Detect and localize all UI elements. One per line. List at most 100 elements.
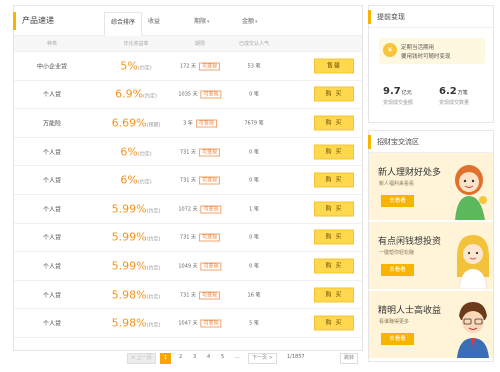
term: 1047 天可变现 [178, 319, 222, 328]
panel-title: 产品速递 [22, 16, 54, 25]
term: 1072 天可变现 [178, 205, 222, 214]
product-type: 个人贷 [42, 292, 62, 300]
sold-count: 0 笔 [249, 149, 259, 156]
coin-icon: ¥ [383, 43, 397, 57]
promo-view-button[interactable]: 去看看 [381, 333, 414, 345]
buy-button[interactable]: 购 买 [314, 229, 354, 245]
page-5-button[interactable]: 5 [218, 353, 227, 364]
card-header: 招财宝交流区 [368, 131, 493, 153]
hint-line-1: 定期当活期用 [401, 45, 435, 51]
stat-count: 6.2万笔 变现成交数量 [439, 86, 470, 106]
table-row: 中小企业贷 5%(约定) 172 天可变现 53 笔 售罄 [14, 52, 362, 81]
product-type: 个人贷 [42, 149, 62, 157]
sold-count: 16 笔 [247, 292, 261, 299]
product-type: 个人贷 [42, 320, 62, 328]
buy-button[interactable]: 购 买 [314, 258, 354, 274]
buy-button[interactable]: 购 买 [314, 287, 354, 303]
next-page-button[interactable]: 下一页 > [248, 353, 277, 364]
tab-sort-amount[interactable]: 金额▾ [242, 16, 258, 25]
product-type: 个人贷 [42, 263, 62, 271]
buy-button[interactable]: 购 买 [314, 315, 354, 331]
annual-rate: 6%(约定) [120, 173, 152, 187]
product-type: 个人贷 [42, 206, 62, 214]
table-row: 个人贷 6.9%(约定) 1035 天可变现 0 笔 购 买 [14, 81, 362, 110]
promo-view-button[interactable]: 去看看 [381, 195, 414, 207]
table-row: 个人贷 5.99%(约定) 1072 天可变现 1 笔 购 买 [14, 195, 362, 224]
sold-count: 0 笔 [249, 234, 259, 241]
sort-bar: 产品速递 综合排序 收益 期限▾ 金额▾ [13, 6, 362, 37]
promo-view-button[interactable]: 去看看 [381, 264, 414, 276]
sold-count: 53 笔 [247, 63, 261, 70]
term: 731 天可变现 [180, 148, 221, 157]
term: 731 天可变现 [180, 291, 221, 300]
sold-count: 1 笔 [249, 206, 259, 213]
table-row: 个人贷 5.98%(约定) 731 天可变现 16 笔 购 买 [14, 281, 362, 310]
girl-avatar-icon [457, 235, 489, 289]
early-withdraw-card: 提前变现 ¥ 定期当活期用 要用钱时可随时变现 9.7亿元 变现成交金额 6.2… [368, 5, 494, 123]
column-header-rate: 年化收益率 [123, 41, 149, 47]
product-type: 个人贷 [42, 177, 62, 185]
page-4-button[interactable]: 4 [204, 353, 213, 364]
transferable-badge: 可变现 [200, 205, 222, 214]
page-1-button[interactable]: 1 [160, 353, 172, 364]
transferable-badge: 可变现 [199, 176, 221, 185]
prev-page-button[interactable]: < 上一页 [127, 353, 156, 364]
stat-amount: 9.7亿元 变现成交金额 [383, 86, 414, 106]
sold-count: 5 笔 [249, 320, 259, 327]
table-row: 个人贷 6%(约定) 731 天可变现 0 笔 购 买 [14, 166, 362, 195]
annual-rate: 5.98%(约定) [111, 288, 161, 302]
jump-page-button[interactable]: 跳转 [340, 353, 359, 364]
column-header-sold: 已成交认人气 [238, 41, 270, 47]
term: 1049 天可变现 [178, 262, 222, 271]
tab-sort-term[interactable]: 期限▾ [194, 16, 210, 25]
buy-button[interactable]: 售罄 [314, 58, 354, 74]
table-row: 万能险 6.69%(预期) 3 年可变现 7679 笔 购 买 [14, 109, 362, 138]
term: 3 年可变现 [183, 119, 217, 128]
sold-count: 0 笔 [249, 177, 259, 184]
buy-button[interactable]: 购 买 [314, 172, 354, 188]
card-title: 招财宝交流区 [377, 138, 419, 146]
exchange-area-card: 招财宝交流区 新人理财好处多 新人福利来看看 去看看 有点闲钱想投资 一键帮你轻… [368, 130, 494, 362]
buy-button[interactable]: 购 买 [314, 201, 354, 217]
hint-line-2: 要用钱时可随时变现 [401, 54, 451, 60]
page-3-button[interactable]: 3 [190, 353, 199, 364]
title-accent-bar [368, 10, 371, 24]
transferable-badge: 可变现 [199, 62, 221, 71]
buy-button[interactable]: 购 买 [314, 115, 354, 131]
page-ellipsis: ... [235, 354, 240, 360]
table-row: 个人贷 5.99%(约定) 731 天可变现 0 笔 购 买 [14, 224, 362, 253]
transferable-badge: 可变现 [199, 233, 221, 242]
annual-rate: 5.99%(约定) [111, 202, 161, 216]
annual-rate: 5%(约定) [120, 59, 152, 73]
page-total: 1/1857 [287, 354, 305, 360]
tab-sort-yield[interactable]: 收益 [148, 16, 160, 25]
promo-banner-pro[interactable]: 精明人士高收益 看谁赚得更多 去看看 [369, 291, 493, 359]
man-avatar-icon [457, 302, 489, 358]
page-2-button[interactable]: 2 [176, 353, 185, 364]
annual-rate: 6.9%(约定) [115, 87, 157, 101]
annual-rate: 5.98%(约定) [111, 316, 161, 330]
sold-count: 7679 笔 [244, 120, 264, 127]
card-header: 提前变现 [368, 6, 493, 28]
chevron-down-icon: ▾ [207, 19, 210, 25]
term: 172 天可变现 [180, 62, 221, 71]
product-type: 中小企业贷 [36, 63, 68, 71]
transferable-badge: 可变现 [199, 291, 221, 300]
transferable-badge: 可变现 [200, 262, 222, 271]
annual-rate: 6.69%(预期) [111, 116, 161, 130]
transferable-badge: 可变现 [195, 119, 217, 128]
column-header-type: 种类 [46, 41, 58, 47]
product-type: 个人贷 [42, 234, 62, 242]
woman-avatar-icon [455, 165, 487, 220]
promo-banner-invest[interactable]: 有点闲钱想投资 一键帮你轻松赚 去看看 [369, 222, 493, 290]
buy-button[interactable]: 购 买 [314, 144, 354, 160]
product-rows: 中小企业贷 5%(约定) 172 天可变现 53 笔 售罄 个人贷 6.9%(约定) 1035… [14, 52, 362, 338]
sold-count: 0 笔 [249, 263, 259, 270]
product-list-panel: 产品速递 综合排序 收益 期限▾ 金额▾ 种类 年化收益率 期限 已成交认人气 … [13, 5, 363, 364]
card-title: 提前变现 [377, 13, 405, 21]
transferable-badge: 可变现 [199, 148, 221, 157]
product-type: 个人贷 [42, 91, 62, 99]
promo-banner-newbie[interactable]: 新人理财好处多 新人福利来看看 去看看 [369, 153, 493, 221]
buy-button[interactable]: 购 买 [314, 86, 354, 102]
tab-overall-sort[interactable]: 综合排序 [104, 12, 143, 37]
